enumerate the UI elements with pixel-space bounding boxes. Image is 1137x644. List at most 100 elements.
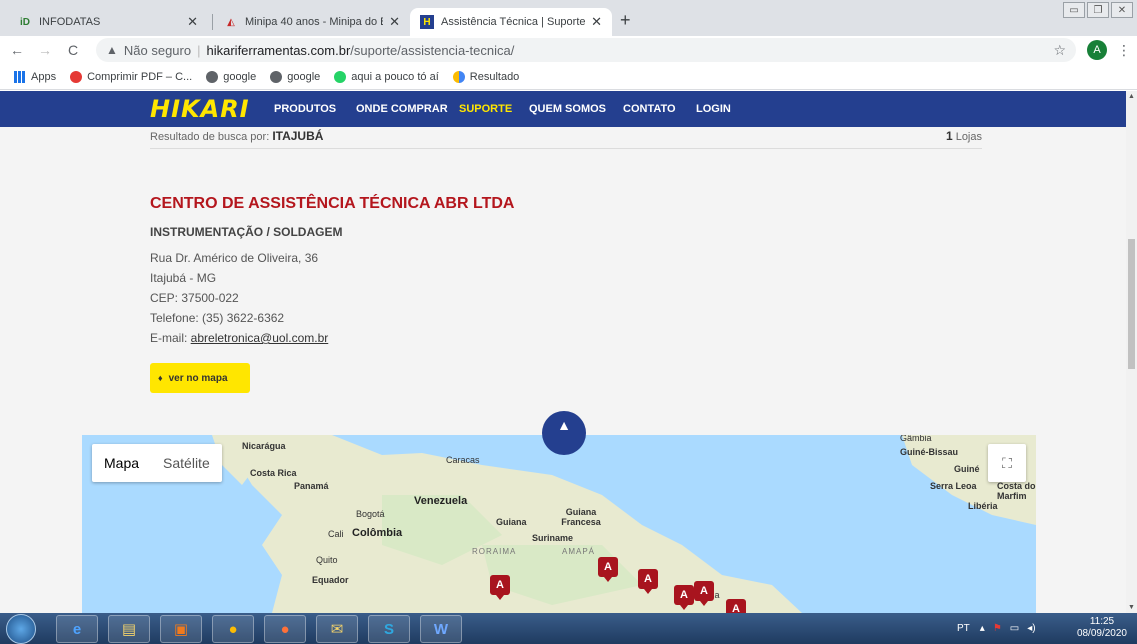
store-email-line: E-mail: abreletronica@uol.com.br — [150, 331, 328, 345]
tab-assistencia-tecnica[interactable]: H Assistência Técnica | Suporte | Hi ✕ — [410, 8, 612, 36]
url-path: /suporte/assistencia-tecnica/ — [350, 42, 515, 58]
minipa-icon: ◭ — [227, 16, 235, 28]
bookmark-apps[interactable]: Apps — [14, 70, 57, 83]
tray-expand-icon[interactable]: ▴ — [980, 623, 985, 634]
close-icon[interactable]: ✕ — [389, 14, 400, 30]
store-name: CENTRO DE ASSISTÊNCIA TÉCNICA ABR LTDA — [150, 195, 515, 212]
warning-icon[interactable]: ▲ — [106, 43, 118, 57]
fullscreen-icon[interactable]: ⛶ — [988, 444, 1026, 482]
map-label: Costa Rica — [250, 468, 297, 478]
map-marker[interactable]: A — [726, 599, 746, 613]
store-category: INSTRUMENTAÇÃO / SOLDAGEM — [150, 225, 343, 239]
nav-suporte[interactable]: SUPORTE — [459, 103, 512, 115]
close-window-button[interactable]: ✕ — [1111, 2, 1133, 18]
bookmark-label: Comprimir PDF – C... — [87, 70, 193, 83]
scroll-up-icon[interactable]: ▲ — [1128, 93, 1135, 100]
new-tab-button[interactable]: + — [620, 10, 631, 31]
map-marker[interactable]: A — [490, 575, 510, 600]
language-indicator[interactable]: PT — [957, 623, 970, 634]
page-scrollbar[interactable]: ▲ ▼ — [1126, 91, 1137, 613]
store-phone: Telefone: (35) 3622-6362 — [150, 311, 285, 325]
scrollbar-thumb[interactable] — [1128, 239, 1135, 369]
store-map[interactable]: Mapa Satélite ⛶ Nicarágua Costa Rica Pan… — [82, 435, 1036, 613]
whatsapp-icon — [334, 70, 347, 83]
start-button[interactable] — [6, 614, 36, 644]
volume-icon[interactable]: ◂) — [1027, 623, 1035, 634]
reload-button[interactable]: C — [62, 42, 84, 58]
result-count-suffix: Lojas — [952, 131, 982, 143]
bookmark-comprimir-pdf[interactable]: Comprimir PDF – C... — [70, 70, 193, 83]
hikari-icon: H — [420, 15, 434, 29]
network-icon[interactable]: ▭ — [1010, 623, 1019, 634]
map-type-control: Mapa Satélite — [92, 444, 222, 482]
chrome-icon[interactable]: ● — [212, 615, 254, 643]
window-controls: ▭ ❐ ✕ — [1063, 2, 1133, 18]
map-label: Caracas — [446, 455, 480, 465]
bookmark-google-1[interactable]: google — [206, 70, 257, 83]
outlook-icon[interactable]: ✉ — [316, 615, 358, 643]
hikari-logo[interactable]: HIKARI — [150, 95, 250, 123]
bookmark-label: google — [223, 70, 257, 83]
minimize-button[interactable]: ▭ — [1063, 2, 1085, 18]
store-city: Itajubá - MG — [150, 271, 217, 285]
forward-button[interactable]: → — [34, 42, 56, 58]
map-label: Cali — [328, 529, 344, 539]
map-label: Guiné — [954, 464, 980, 474]
security-label[interactable]: Não seguro — [124, 43, 191, 58]
file-explorer-icon[interactable]: ▤ — [108, 615, 150, 643]
map-label: RORAIMA — [472, 547, 517, 556]
close-icon[interactable]: ✕ — [187, 14, 198, 30]
map-marker[interactable]: A — [598, 557, 618, 582]
map-label: Serra Leoa — [930, 481, 977, 491]
scroll-down-icon[interactable]: ▼ — [1128, 604, 1135, 611]
bookmark-resultado[interactable]: Resultado — [452, 70, 519, 83]
map-tab-satelite[interactable]: Satélite — [151, 444, 222, 482]
close-icon[interactable]: ✕ — [591, 14, 602, 30]
menu-icon[interactable]: ⋮ — [1117, 42, 1131, 59]
result-count-number: 1 — [945, 129, 953, 143]
nav-onde-comprar[interactable]: ONDE COMPRAR — [356, 103, 448, 115]
map-label: Colômbia — [352, 527, 403, 539]
globe-icon — [270, 70, 283, 83]
map-marker[interactable]: A — [694, 581, 714, 606]
bookmark-label: google — [287, 70, 321, 83]
skype-icon[interactable]: S — [368, 615, 410, 643]
nav-login[interactable]: LOGIN — [696, 103, 731, 115]
map-marker[interactable]: A — [638, 569, 658, 594]
bookmark-label: Apps — [31, 70, 57, 83]
map-label: Panamá — [294, 481, 329, 491]
view-on-map-button[interactable]: ♦ ver no mapa — [150, 363, 250, 393]
media-player-icon[interactable]: ▣ — [160, 615, 202, 643]
search-result-header: Resultado de busca por: ITAJUBÁ 1 Lojas — [150, 129, 982, 149]
map-tab-mapa[interactable]: Mapa — [92, 444, 151, 482]
maximize-button[interactable]: ❐ — [1087, 2, 1109, 18]
nav-contato[interactable]: CONTATO — [623, 103, 676, 115]
bookmark-google-2[interactable]: google — [270, 70, 321, 83]
ie-icon[interactable]: e — [56, 615, 98, 643]
clock[interactable]: 11:25 08/09/2020 — [1077, 616, 1127, 640]
site-navbar: HIKARI PRODUTOS ONDE COMPRAR SUPORTE QUE… — [0, 91, 1126, 127]
store-email-link[interactable]: abreletronica@uol.com.br — [191, 331, 329, 345]
flag-icon[interactable]: ⚑ — [993, 623, 1002, 634]
firefox-icon[interactable]: ● — [264, 615, 306, 643]
bookmark-whatsapp[interactable]: aqui a pouco tó aí — [334, 70, 439, 83]
tab-infodatas[interactable]: iD INFODATAS ✕ — [8, 8, 208, 36]
map-marker[interactable]: A — [674, 585, 694, 610]
profile-avatar[interactable]: A — [1087, 40, 1107, 60]
tab-title: INFODATAS — [39, 16, 101, 28]
map-label: Quito — [316, 555, 338, 565]
word-icon[interactable]: W — [420, 615, 462, 643]
view-on-map-label: ver no mapa — [168, 372, 228, 384]
globe-icon — [206, 70, 219, 83]
apps-grid-icon — [14, 70, 26, 83]
resultado-icon — [452, 70, 465, 83]
tab-minipa[interactable]: ◭ Minipa 40 anos - Minipa do Brasi ✕ — [214, 8, 410, 36]
bookmark-star-icon[interactable]: ☆ — [1053, 42, 1066, 59]
map-label: Bogotá — [356, 509, 385, 519]
map-label: Nicarágua — [242, 441, 286, 451]
nav-quem-somos[interactable]: QUEM SOMOS — [529, 103, 606, 115]
address-bar[interactable]: ▲ Não seguro | hikariferramentas.com.br … — [96, 38, 1076, 62]
scroll-to-top-button[interactable]: ▲ — [542, 411, 586, 455]
nav-produtos[interactable]: PRODUTOS — [274, 103, 336, 115]
back-button[interactable]: ← — [6, 42, 28, 58]
